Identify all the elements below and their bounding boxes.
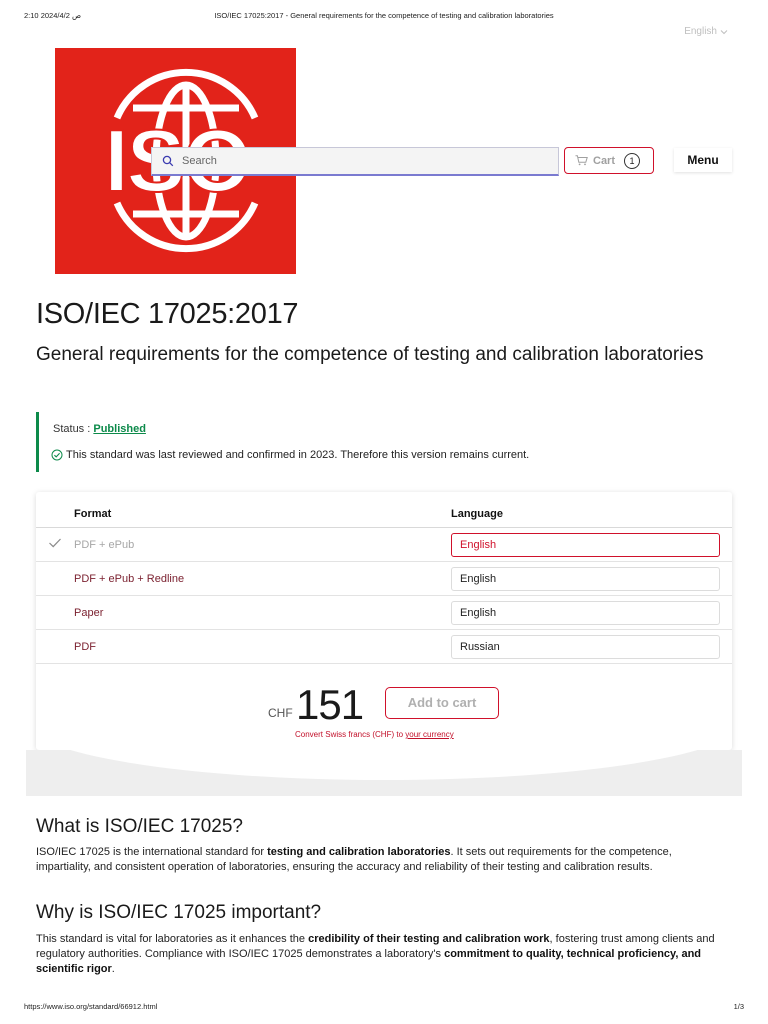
format-name: PDF + ePub bbox=[74, 539, 135, 551]
language-select[interactable]: English bbox=[451, 567, 720, 591]
format-row-paper[interactable]: Paper English bbox=[36, 596, 732, 630]
format-row-pdf[interactable]: PDF Russian bbox=[36, 630, 732, 664]
cart-button[interactable]: Cart 1 bbox=[564, 147, 654, 174]
why-important-paragraph: This standard is vital for laboratories … bbox=[36, 933, 715, 975]
add-to-cart-button[interactable]: Add to cart bbox=[385, 687, 499, 719]
cart-icon bbox=[575, 155, 588, 166]
currency-convert-text: Convert Swiss francs (CHF) to bbox=[295, 730, 406, 739]
print-page-number: 1/3 bbox=[733, 1002, 744, 1011]
cart-label: Cart bbox=[593, 154, 616, 167]
search-input[interactable] bbox=[182, 155, 542, 167]
your-currency-link[interactable]: your currency bbox=[405, 730, 453, 739]
language-select[interactable]: Russian bbox=[451, 635, 720, 659]
what-is-heading: What is ISO/IEC 17025? bbox=[36, 816, 243, 837]
format-name: Paper bbox=[74, 607, 104, 619]
format-row-pdf-epub-redline[interactable]: PDF + ePub + Redline English bbox=[36, 562, 732, 596]
menu-button[interactable]: Menu bbox=[674, 148, 732, 172]
search-icon bbox=[162, 155, 174, 167]
why-important-heading: Why is ISO/IEC 17025 important? bbox=[36, 902, 322, 923]
format-column-header: Format bbox=[74, 508, 112, 520]
status-published-link[interactable]: Published bbox=[93, 423, 146, 435]
language-switch[interactable]: English bbox=[684, 26, 728, 37]
format-name: PDF bbox=[74, 641, 96, 653]
status-line: Status : Published bbox=[53, 423, 146, 435]
print-header: 2:10 ص 2024/4/2 ISO/IEC 17025:2017 - Gen… bbox=[0, 11, 768, 23]
language-select[interactable]: English bbox=[451, 601, 720, 625]
status-block: Status : Published This standard was las… bbox=[36, 412, 636, 472]
check-icon bbox=[49, 538, 61, 548]
print-url: https://www.iso.org/standard/66912.html bbox=[24, 1002, 158, 1011]
product-card: Format Language PDF + ePub English PDF +… bbox=[36, 492, 732, 750]
decorative-band bbox=[26, 750, 742, 796]
price-currency: CHF bbox=[268, 706, 293, 720]
language-column-header: Language bbox=[451, 508, 503, 520]
check-circle-icon bbox=[51, 449, 63, 461]
currency-convert-line: Convert Swiss francs (CHF) to your curre… bbox=[295, 730, 454, 739]
language-switch-label: English bbox=[684, 26, 717, 37]
cart-count-badge: 1 bbox=[624, 152, 641, 169]
language-select[interactable]: English bbox=[451, 533, 720, 557]
status-label: Status : bbox=[53, 423, 94, 435]
page-subtitle: General requirements for the competence … bbox=[36, 344, 704, 365]
search-box[interactable] bbox=[151, 147, 559, 176]
print-footer: https://www.iso.org/standard/66912.html … bbox=[0, 1002, 768, 1014]
format-name: PDF + ePub + Redline bbox=[74, 573, 185, 585]
price-amount: 151 bbox=[296, 681, 364, 728]
page-title: ISO/IEC 17025:2017 bbox=[36, 298, 299, 330]
chevron-down-icon bbox=[720, 29, 728, 34]
price-area: CHF 151 Add to cart Convert Swiss francs… bbox=[36, 668, 732, 750]
formats-table-header: Format Language bbox=[36, 492, 732, 528]
format-row-pdf-epub[interactable]: PDF + ePub English bbox=[36, 528, 732, 562]
print-page-title: ISO/IEC 17025:2017 - General requirement… bbox=[214, 11, 554, 20]
status-note-text: This standard was last reviewed and conf… bbox=[66, 449, 530, 461]
status-note: This standard was last reviewed and conf… bbox=[51, 449, 529, 461]
what-is-paragraph: ISO/IEC 17025 is the international stand… bbox=[36, 846, 672, 873]
